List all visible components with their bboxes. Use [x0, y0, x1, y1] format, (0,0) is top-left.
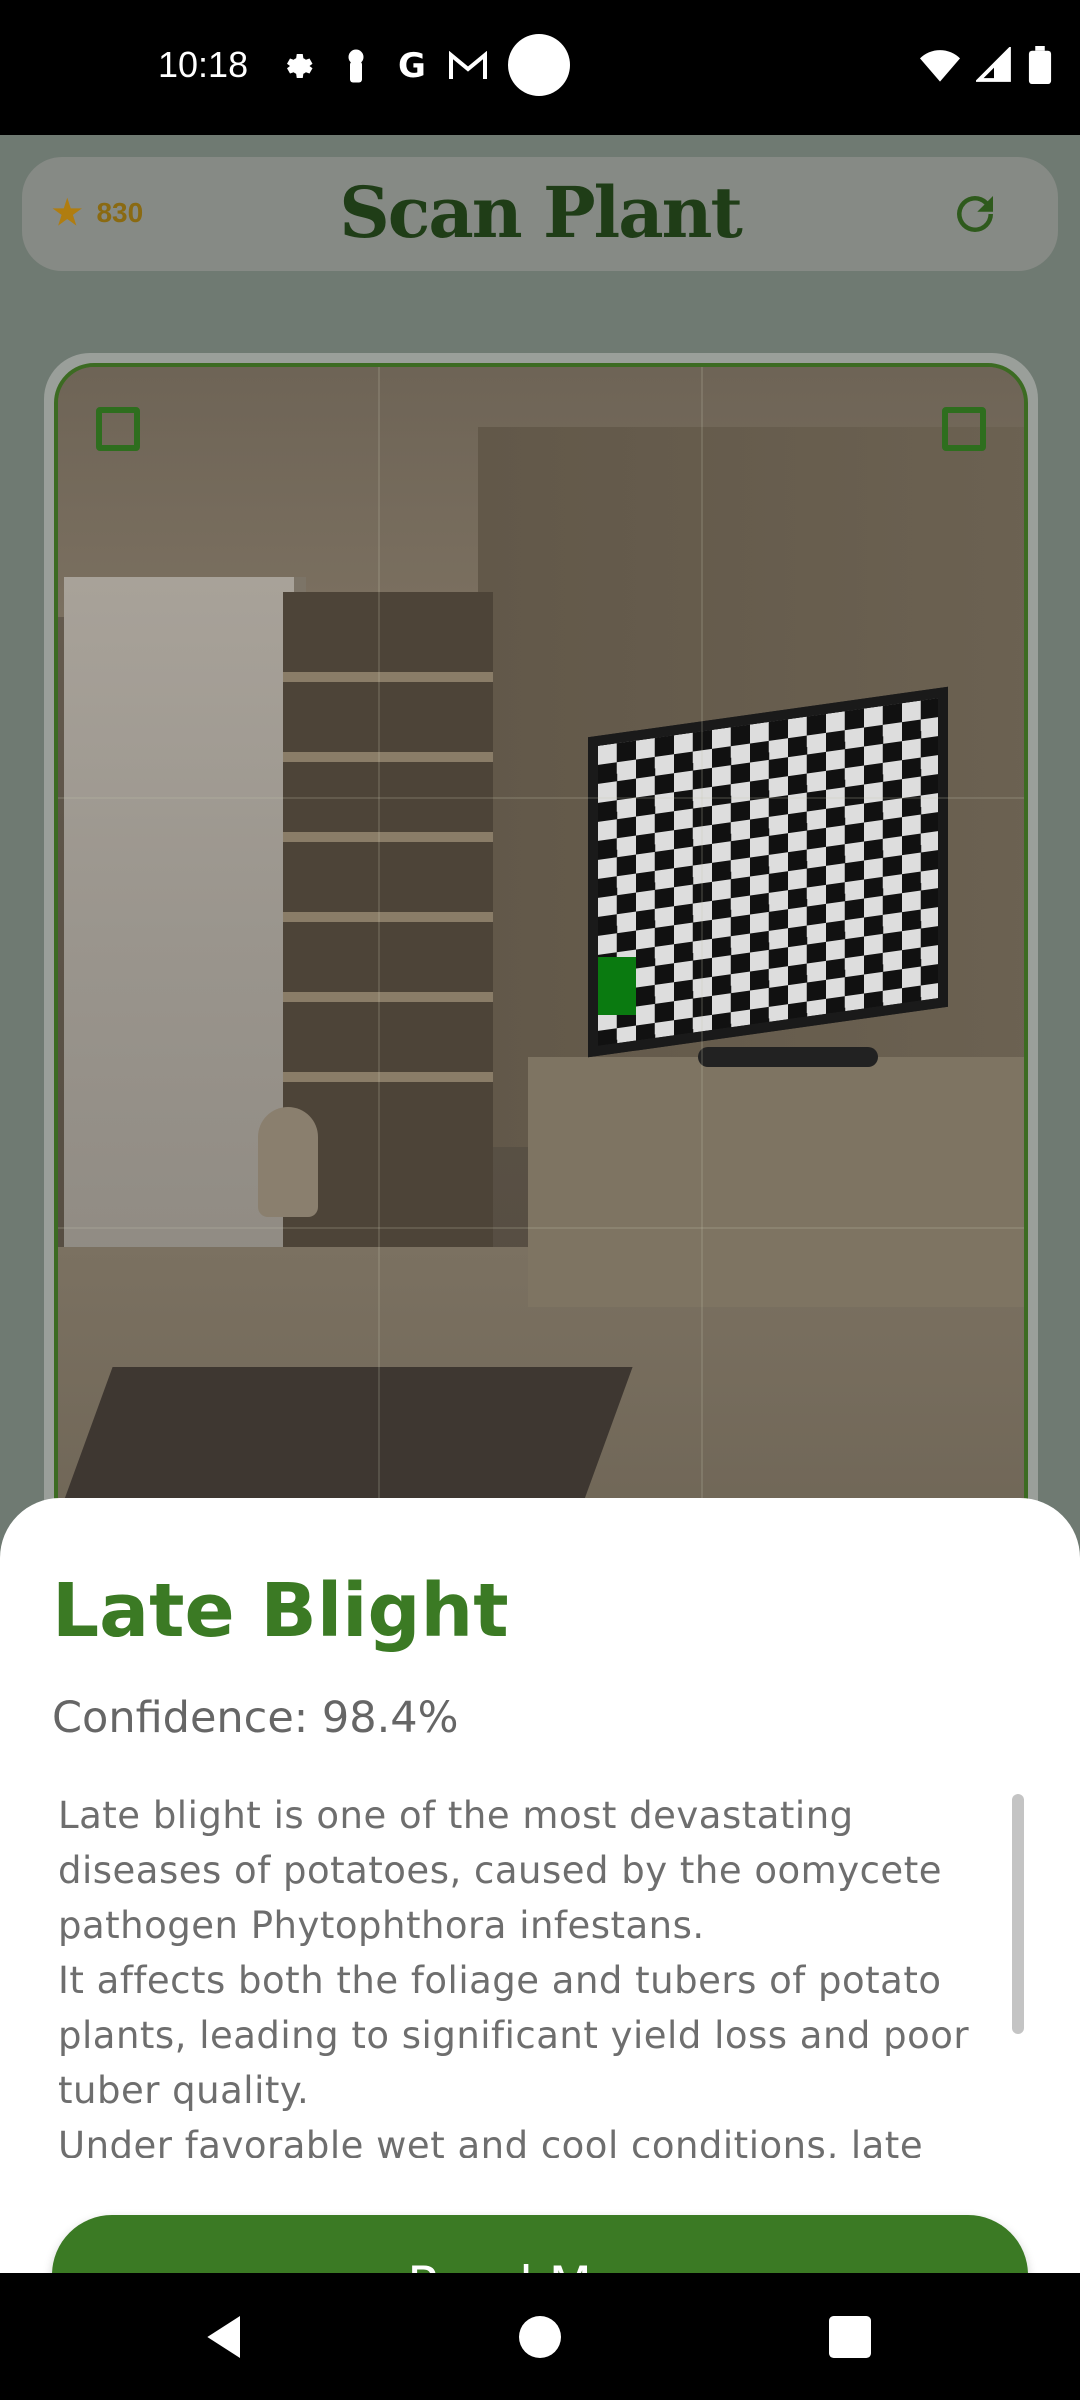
recents-icon[interactable] — [822, 2309, 878, 2365]
home-icon[interactable] — [512, 2309, 568, 2365]
confidence-text: Confidence: 98.4% — [52, 1693, 459, 1743]
google-g-icon: G — [398, 46, 426, 86]
grid-line — [378, 367, 380, 1639]
gmail-icon — [448, 46, 488, 86]
tv-cabinet — [528, 1057, 1024, 1307]
app-screen: ★ 830 Scan Plant Late Blight Confidence:… — [0, 135, 1080, 2273]
refresh-icon[interactable] — [948, 187, 1002, 241]
camera-preview-frame — [44, 353, 1038, 1653]
camera-preview[interactable] — [54, 363, 1028, 1643]
app-title: Scan Plant — [339, 171, 743, 254]
system-nav-bar — [0, 2273, 1080, 2400]
grid-line — [58, 797, 1024, 799]
signal-icon — [976, 47, 1011, 82]
description-scroll[interactable]: Late blight is one of the most devastati… — [58, 1788, 998, 2158]
back-icon[interactable] — [198, 2309, 254, 2365]
corner-marker-top-left — [96, 407, 140, 451]
read-more-button[interactable]: Read More — [52, 2215, 1028, 2273]
status-bar: 10:18 G — [0, 0, 1080, 135]
status-time: 10:18 — [158, 44, 249, 85]
disease-description: Late blight is one of the most devastati… — [58, 1794, 970, 2158]
top-app-bar: ★ 830 Scan Plant — [22, 157, 1058, 271]
wifi-icon — [920, 50, 960, 82]
tv-screen — [588, 686, 948, 1058]
key-icon — [336, 46, 376, 86]
tv-stand — [698, 1047, 878, 1067]
scrollbar[interactable] — [1012, 1794, 1024, 2034]
disease-name: Late Blight — [52, 1568, 509, 1654]
gear-icon — [276, 46, 316, 86]
battery-icon — [1028, 46, 1052, 84]
cat-figure — [258, 1107, 318, 1217]
grid-line — [701, 367, 703, 1639]
corner-marker-top-right — [942, 407, 986, 451]
result-bottom-sheet: Late Blight Confidence: 98.4% Late bligh… — [0, 1498, 1080, 2273]
tv-green-marker — [598, 957, 636, 1015]
grid-line — [58, 1227, 1024, 1229]
circle-icon — [508, 34, 570, 96]
